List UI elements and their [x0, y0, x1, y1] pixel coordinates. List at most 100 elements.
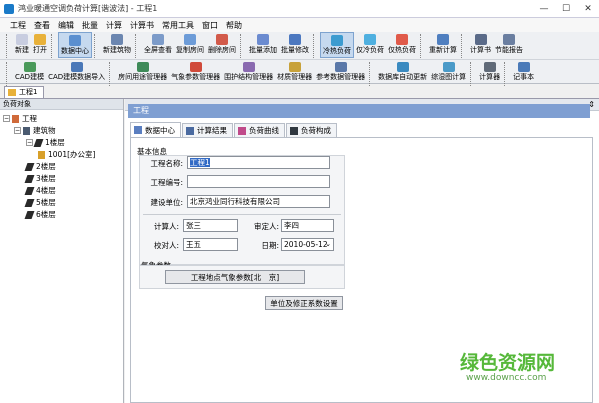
toolbar-button[interactable]: 节能报告 — [493, 32, 525, 58]
toolbar-button[interactable]: 房间用途管理器 — [116, 60, 169, 82]
bar-chart-icon — [290, 126, 298, 135]
toolbar-grip[interactable] — [6, 34, 11, 58]
collapse-icon[interactable]: − — [3, 115, 10, 122]
toolbar-button[interactable]: 仅冷负荷 — [354, 32, 386, 58]
divider — [143, 214, 341, 215]
toolbar-button[interactable]: 复制房间 — [174, 32, 206, 58]
collapse-icon[interactable]: − — [26, 139, 33, 146]
toolbar-button[interactable]: 数据中心 — [58, 32, 92, 58]
toolbar-label: CAD建模 — [15, 73, 45, 81]
weather-params-button[interactable]: 工程地点气象参数[北 京] — [165, 270, 305, 284]
toolbar-icon — [396, 34, 408, 45]
tab-label: 计算结果 — [197, 126, 227, 135]
toolbar-button[interactable]: 气象参数管理器 — [169, 60, 222, 82]
tree-item-project[interactable]: − 工程 — [3, 113, 37, 124]
document-tab[interactable]: 工程1 — [4, 86, 45, 98]
toolbar-grip[interactable] — [461, 34, 466, 58]
tree-item-floor[interactable]: 3楼层 — [24, 173, 56, 184]
tab-load-curve[interactable]: 负荷曲线 — [234, 123, 285, 137]
collapse-icon[interactable]: − — [14, 127, 21, 134]
toolbar-button[interactable]: 重新计算 — [427, 32, 459, 58]
tree-item-floor[interactable]: 5楼层 — [24, 197, 56, 208]
tab-load-composition[interactable]: 负荷构成 — [286, 123, 337, 137]
toolbar-button[interactable]: 打开 — [31, 32, 49, 58]
tree-item-floor[interactable]: 2楼层 — [24, 161, 56, 172]
toolbar-grip[interactable] — [109, 62, 114, 86]
menu-item[interactable]: 编辑 — [54, 20, 78, 31]
toolbar-icon — [331, 35, 343, 46]
menu-item[interactable]: 计算书 — [126, 20, 158, 31]
toolbar-grip[interactable] — [369, 62, 374, 86]
toolbar-grip[interactable] — [420, 34, 425, 58]
menu-bar: 工程 查看 编辑 批量 计算 计算书 常用工具 窗口 帮助 — [0, 18, 599, 32]
chevron-down-icon[interactable]: ⌄ — [325, 239, 331, 250]
toolbar-button[interactable]: 新建筑物 — [101, 32, 133, 58]
title-bar: 鸿业暖通空调负荷计算[谐波法] - 工程1 — ☐ ✕ — [0, 0, 599, 18]
toolbar-label: 批量修改 — [281, 46, 309, 54]
tree-item-floor[interactable]: 4楼层 — [24, 185, 56, 196]
toolbar-button[interactable]: 综湿图计算 — [429, 60, 468, 82]
checker-input[interactable]: 王五 — [183, 238, 238, 251]
tab-data-center[interactable]: 数据中心 — [130, 122, 181, 137]
menu-item[interactable]: 查看 — [30, 20, 54, 31]
menu-item[interactable]: 窗口 — [198, 20, 222, 31]
toolbar-button[interactable]: 冷热负荷 — [320, 32, 354, 58]
watermark-url: www.downcc.com — [466, 373, 547, 383]
tree-label: 5楼层 — [36, 198, 56, 207]
menu-item[interactable]: 常用工具 — [158, 20, 198, 31]
toolbar-button[interactable]: 参考数据管理器 — [314, 60, 367, 82]
toolbar-grip[interactable] — [313, 34, 318, 58]
menu-item[interactable]: 批量 — [78, 20, 102, 31]
toolbar-button[interactable]: 计算书 — [468, 32, 493, 58]
toolbar-icon — [437, 34, 449, 45]
toolbar-label: 材质管理器 — [277, 73, 313, 81]
folder-icon — [8, 89, 16, 96]
toolbar-label: 仅热负荷 — [388, 46, 416, 54]
toolbar-button[interactable]: 计算器 — [477, 60, 502, 82]
toolbar-button[interactable]: 记事本 — [511, 60, 536, 82]
toolbar-button[interactable]: 全屏查看 — [142, 32, 174, 58]
menu-item[interactable]: 工程 — [6, 20, 30, 31]
owner-input[interactable]: 北京鸿业同行科技有限公司 — [187, 195, 330, 208]
tree-item-building[interactable]: − 建筑物 — [14, 125, 56, 136]
close-icon[interactable]: ✕ — [577, 0, 599, 18]
menu-item[interactable]: 帮助 — [222, 20, 246, 31]
toolbar-label: 计算书 — [470, 46, 491, 54]
toolbar-button[interactable]: 材质管理器 — [275, 60, 314, 82]
toolbar-grip[interactable] — [470, 62, 475, 86]
toolbar-icon — [111, 34, 123, 45]
tree-item-floor[interactable]: 6楼层 — [24, 209, 56, 220]
toolbar-label: 数据中心 — [61, 47, 89, 55]
menu-item[interactable]: 计算 — [102, 20, 126, 31]
toolbar-button[interactable]: 新建 — [13, 32, 31, 58]
watermark-text: 绿色资源网 — [460, 352, 556, 374]
toolbar-button[interactable]: 围护结构管理器 — [222, 60, 275, 82]
toolbar-grip[interactable] — [6, 62, 11, 86]
tree-item-room[interactable]: 1001[办公室] — [38, 149, 95, 160]
tree-item-floor[interactable]: − 1楼层 — [26, 137, 65, 148]
toolbar-button[interactable]: 仅热负荷 — [386, 32, 418, 58]
tab-calc-result[interactable]: 计算结果 — [182, 123, 233, 137]
date-picker[interactable]: 2010-05-12 ⌄ — [281, 238, 334, 251]
toolbar-grip[interactable] — [51, 34, 56, 58]
unit-correction-button[interactable]: 单位及修正系数设置 — [265, 296, 343, 310]
toolbar-button[interactable]: CAD建模数据导入 — [46, 60, 107, 82]
toolbar-button[interactable]: 批量修改 — [279, 32, 311, 58]
toolbar-grip[interactable] — [135, 34, 140, 58]
toolbar-button[interactable]: 删除房间 — [206, 32, 238, 58]
maximize-icon[interactable]: ☐ — [555, 0, 577, 18]
toolbar-button[interactable]: 批量添加 — [247, 32, 279, 58]
minimize-icon[interactable]: — — [533, 0, 555, 18]
toolbar-grip[interactable] — [240, 34, 245, 58]
calc-person-input[interactable]: 张三 — [183, 219, 238, 232]
floor-icon — [24, 162, 35, 171]
project-no-input[interactable] — [187, 175, 330, 188]
toolbar-grip[interactable] — [94, 34, 99, 58]
reviewer-input[interactable]: 李四 — [281, 219, 334, 232]
toolbar-button[interactable]: 数据库自动更新 — [376, 60, 429, 82]
project-name-input[interactable]: 工程1 — [187, 156, 330, 169]
toolbar-button[interactable]: CAD建模 — [13, 60, 46, 82]
toolbar-grip[interactable] — [504, 62, 509, 86]
toolbar-icon — [189, 62, 202, 72]
toolbar-icon — [16, 34, 28, 45]
